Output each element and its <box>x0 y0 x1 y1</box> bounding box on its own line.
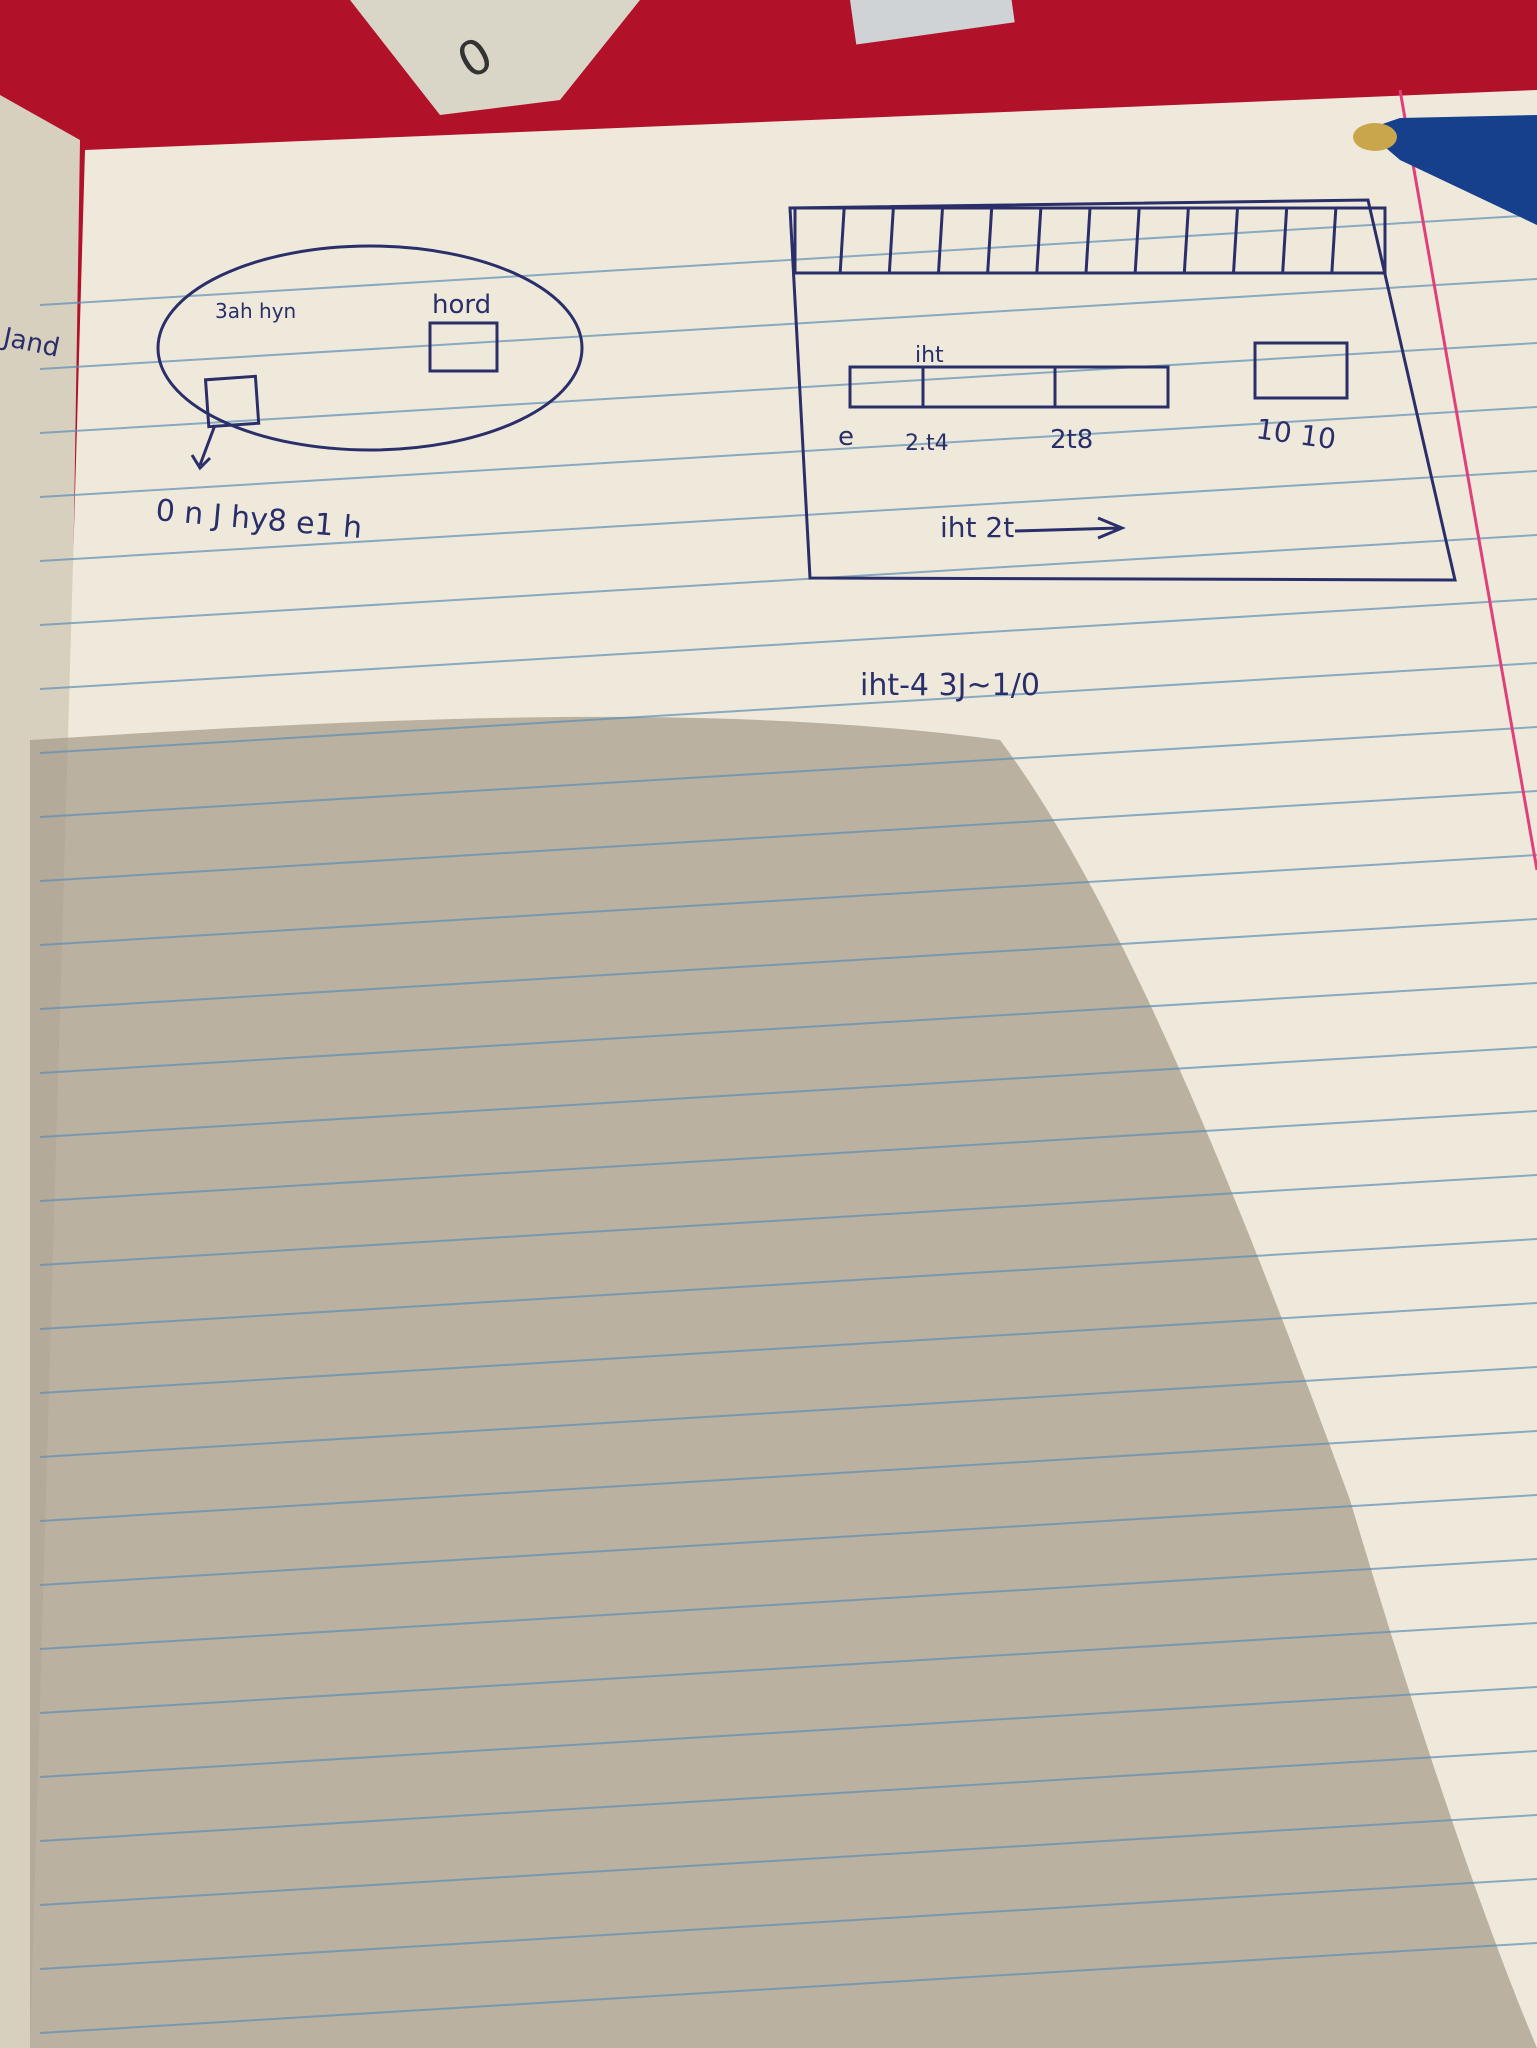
bar-label: iht <box>915 343 944 368</box>
tick-label-1: e <box>838 422 854 452</box>
oval-label-left: 3ah hyn <box>215 299 296 323</box>
arrow-label: iht 2t <box>940 511 1014 544</box>
tick-label-3: 2t8 <box>1050 425 1093 455</box>
oval-label-right: hord <box>432 290 491 320</box>
tick-label-2: 2.t4 <box>905 431 949 456</box>
sketch-note: iht-4 3J~1/0 <box>860 668 1040 703</box>
notebook-photo: 0 Jand 3ah hyn hord 0 n J hy8 e1 h iht e… <box>0 0 1537 2048</box>
